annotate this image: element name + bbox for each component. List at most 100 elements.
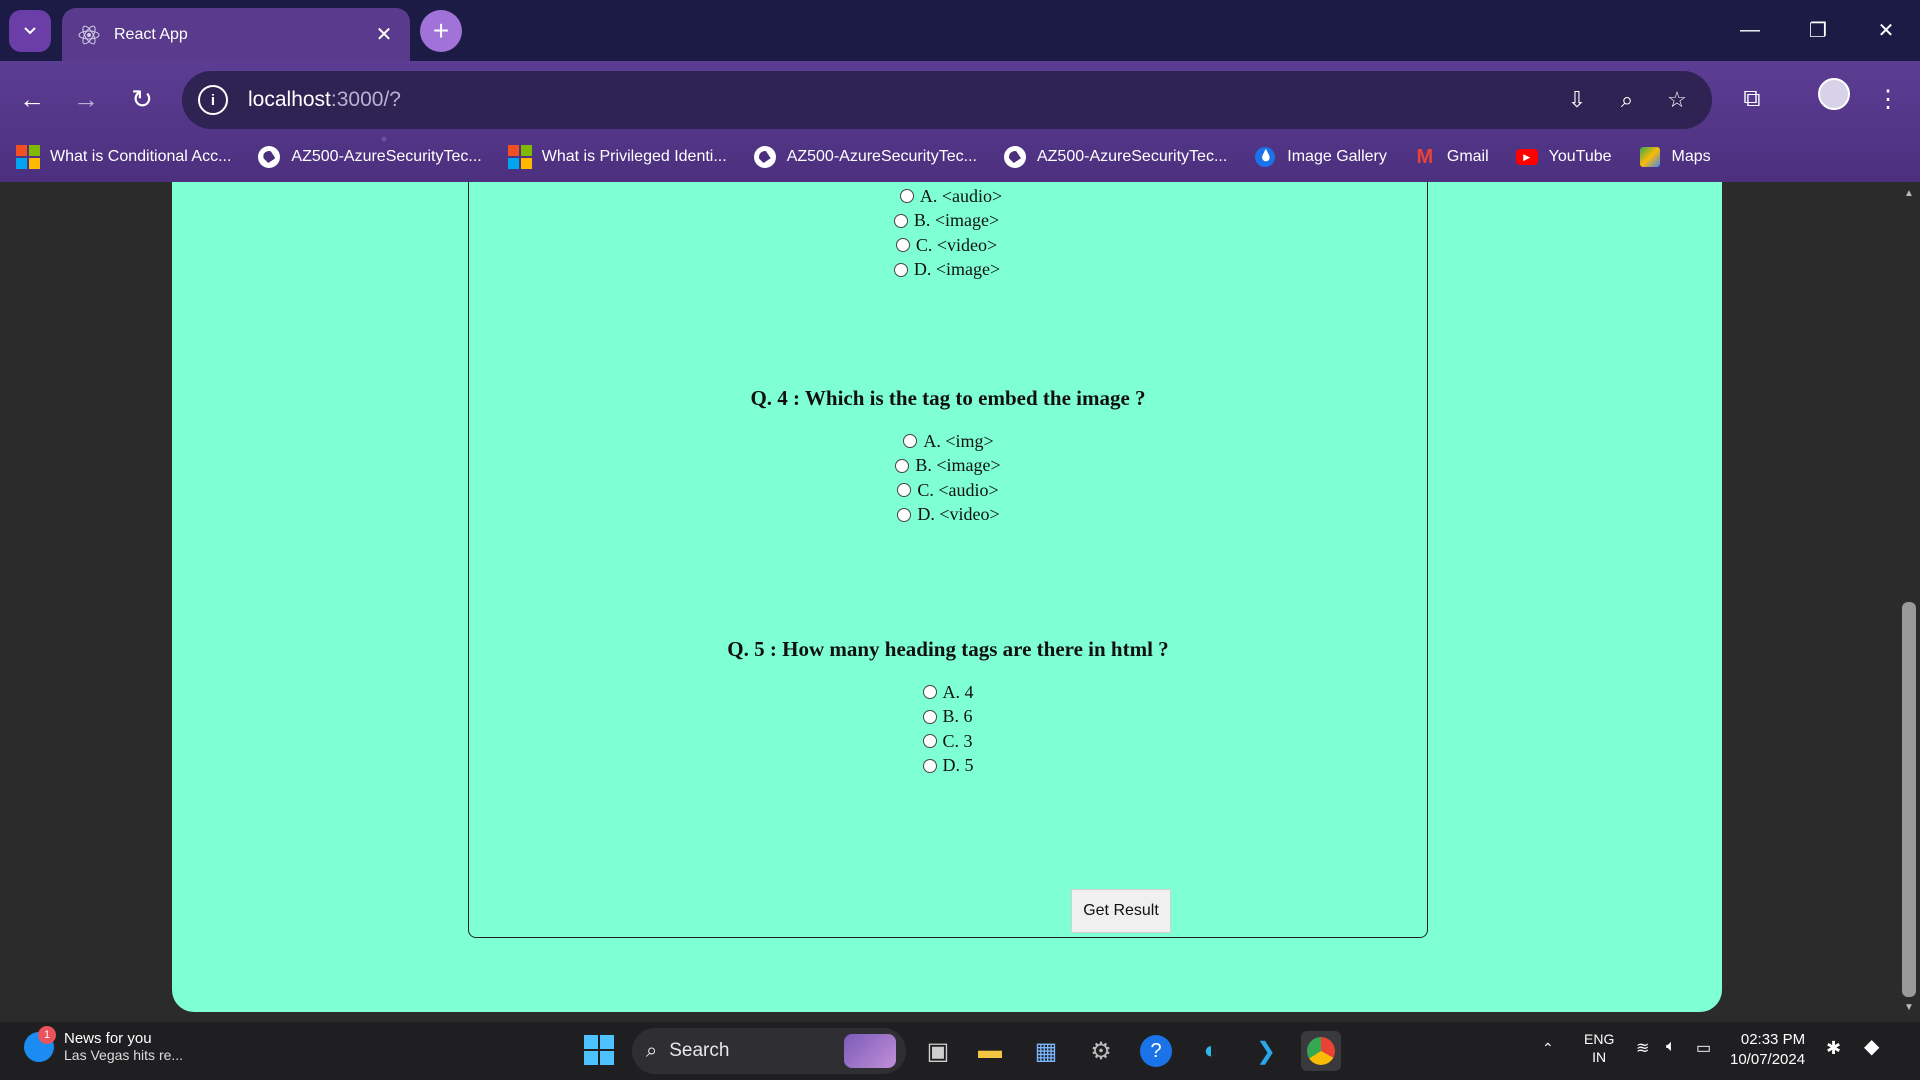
radio-button[interactable] [895, 458, 910, 473]
settings-gear-icon[interactable]: ⚙ [1081, 1031, 1121, 1071]
option-radio[interactable]: C. 3 [922, 729, 974, 754]
option-radio[interactable]: A. 4 [922, 680, 974, 705]
bookmark-item[interactable]: Image Gallery [1253, 145, 1387, 169]
options-list: A. <audio> B. <image> C. <video> D. <ima… [893, 184, 1002, 283]
bookmark-item[interactable]: AZ500-AzureSecurityTec... [753, 145, 977, 169]
radio-button[interactable] [897, 483, 912, 498]
help-icon[interactable]: ? [1136, 1031, 1176, 1071]
zoom-icon[interactable]: ⌕ [1612, 85, 1642, 115]
option-radio[interactable]: C. <audio> [897, 478, 1000, 503]
microsoft-icon [16, 145, 40, 169]
option-radio[interactable]: B. 6 [922, 705, 974, 730]
close-window-button[interactable]: ✕ [1852, 0, 1920, 61]
search-label: Search [669, 1040, 730, 1061]
globe-icon [1003, 145, 1027, 169]
microsoft-store-icon[interactable]: ▦ [1026, 1031, 1066, 1071]
bookmark-item[interactable]: AZ500-AzureSecurityTec... [1003, 145, 1227, 169]
back-button[interactable]: ← [12, 79, 52, 119]
question-title: Q. 5 : How many heading tags are there i… [727, 637, 1169, 661]
option-radio[interactable]: D. <video> [897, 503, 1000, 528]
menu-kebab-icon[interactable]: ⋮ [1868, 79, 1908, 119]
news-title: News for you [64, 1030, 152, 1047]
page-scrollbar[interactable]: ▲ ▼ [1898, 182, 1920, 1022]
quiz-container: A. <audio> B. <image> C. <video> D. <ima… [468, 182, 1428, 938]
file-explorer-icon[interactable]: ▬ [970, 1031, 1010, 1071]
microsoft-icon [507, 145, 532, 169]
bookmark-item[interactable]: Maps [1638, 145, 1711, 169]
globe-icon [753, 145, 777, 169]
volume-icon[interactable]: 🔈︎ [1666, 1038, 1676, 1056]
minimize-button[interactable]: — [1716, 0, 1784, 61]
install-app-icon[interactable]: ⇩ [1562, 85, 1592, 115]
reload-button[interactable]: ↻ [122, 79, 162, 119]
question-title: Q. 4 : Which is the tag to embed the ima… [750, 386, 1146, 410]
chrome-icon[interactable] [1301, 1031, 1341, 1071]
address-bar[interactable]: i localhost:3000/? ⇩ ⌕ ☆ [182, 71, 1712, 129]
bookmark-item[interactable]: ▶ YouTube [1515, 145, 1612, 169]
option-radio[interactable]: A. <audio> [899, 184, 1002, 209]
quiz-card: A. <audio> B. <image> C. <video> D. <ima… [172, 182, 1722, 1012]
scrollbar-thumb[interactable] [1902, 602, 1916, 997]
browser-toolbar: ← → ↻ i localhost:3000/? ⇩ ⌕ ☆ ⧉ ⋮ What … [0, 61, 1920, 191]
radio-button[interactable] [903, 434, 918, 449]
scroll-down-icon[interactable]: ▼ [1903, 1002, 1915, 1014]
gmail-icon: M [1416, 145, 1434, 168]
task-view-icon[interactable]: ▣ [918, 1031, 958, 1071]
radio-button[interactable] [893, 262, 908, 277]
windows-start-icon[interactable] [584, 1035, 614, 1065]
scroll-up-icon[interactable]: ▲ [1903, 188, 1915, 200]
tab-close-icon[interactable]: ✕ [372, 23, 396, 47]
new-tab-button[interactable]: + [420, 10, 462, 52]
drop-icon [1253, 145, 1277, 169]
question-5: Q. 5 : How many heading tags are there i… [469, 637, 1427, 778]
bookmark-star-icon[interactable]: ☆ [1662, 85, 1692, 115]
radio-button[interactable] [897, 507, 912, 522]
radio-button[interactable] [893, 213, 908, 228]
copilot-icon[interactable]: ◆ [1864, 1034, 1879, 1059]
bookmark-item[interactable]: M Gmail [1413, 145, 1489, 169]
site-info-icon[interactable]: i [198, 85, 228, 115]
tab-title: React App [114, 25, 188, 43]
forward-button[interactable]: → [66, 79, 106, 119]
vscode-icon[interactable]: ❯ [1246, 1031, 1286, 1071]
tab-strip: React App ✕ + — ❐ ✕ [0, 0, 1920, 61]
radio-button[interactable] [922, 685, 937, 700]
radio-button[interactable] [899, 189, 914, 204]
maps-icon [1638, 145, 1662, 169]
tab-react-app[interactable]: React App ✕ [62, 8, 410, 61]
globe-icon [257, 145, 281, 169]
edge-icon[interactable]: ◐ [1191, 1031, 1231, 1071]
news-widget[interactable]: 1 News for you Las Vegas hits re... [24, 1025, 183, 1063]
bookmark-item[interactable]: AZ500-AzureSecurityTec... [257, 145, 482, 169]
system-clock[interactable]: 02:33 PM 10/07/2024 [1730, 1030, 1805, 1070]
react-icon [76, 22, 102, 48]
tab-search-button[interactable] [9, 10, 51, 52]
question-3: A. <audio> B. <image> C. <video> D. <ima… [469, 184, 1427, 282]
profile-avatar[interactable] [1818, 78, 1850, 110]
option-radio[interactable]: B. <image> [895, 454, 1001, 479]
option-radio[interactable]: D. 5 [922, 754, 974, 779]
radio-button[interactable] [895, 238, 910, 253]
get-result-button[interactable]: Get Result [1071, 889, 1171, 933]
wifi-icon[interactable]: ≋ [1636, 1038, 1649, 1058]
search-icon: ⌕ [646, 1039, 658, 1062]
taskbar-search[interactable]: ⌕ Search [632, 1028, 906, 1074]
extensions-icon[interactable]: ⧉ [1732, 79, 1772, 119]
bookmark-item[interactable]: What is Privileged Identi... [507, 145, 727, 169]
battery-icon[interactable]: ▭ [1696, 1038, 1711, 1058]
option-radio[interactable]: C. <video> [895, 233, 1002, 258]
option-radio[interactable]: A. <img> [903, 429, 1000, 454]
bookmarks-bar: What is Conditional Acc... AZ500-AzureSe… [0, 133, 1920, 181]
radio-button[interactable] [922, 709, 937, 724]
show-hidden-icons[interactable]: ⌃ [1542, 1040, 1554, 1057]
notifications-icon[interactable]: ✱ [1826, 1038, 1841, 1059]
language-indicator[interactable]: ENG IN [1584, 1030, 1614, 1066]
bookmark-item[interactable]: What is Conditional Acc... [16, 145, 231, 169]
option-radio[interactable]: B. <image> [893, 209, 1002, 234]
restore-button[interactable]: ❐ [1784, 0, 1852, 61]
page-viewport: A. <audio> B. <image> C. <video> D. <ima… [0, 182, 1898, 1022]
option-radio[interactable]: D. <image> [893, 258, 1002, 283]
radio-button[interactable] [922, 758, 937, 773]
options-list: A. 4 B. 6 C. 3 D. 5 [922, 680, 974, 779]
radio-button[interactable] [922, 734, 937, 749]
